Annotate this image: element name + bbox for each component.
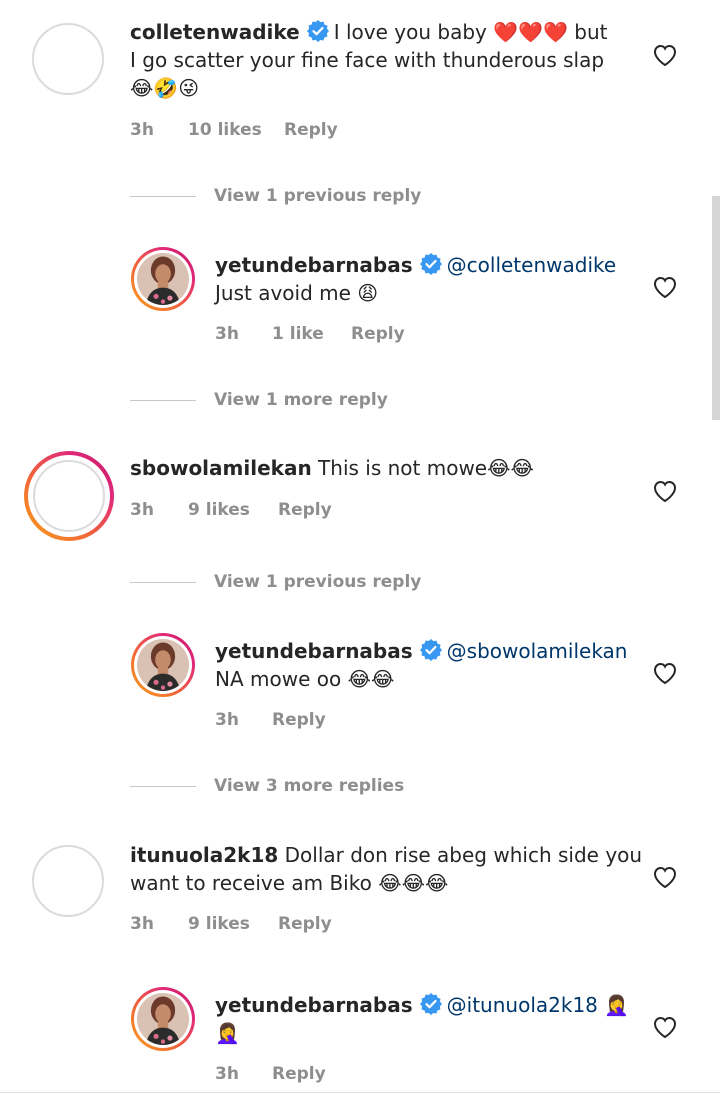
mention-link[interactable]: @sbowolamilekan bbox=[447, 639, 628, 663]
heart-outline-icon[interactable] bbox=[652, 43, 678, 67]
username[interactable]: yetundebarnabas bbox=[215, 993, 413, 1017]
username[interactable]: yetundebarnabas bbox=[215, 639, 413, 663]
reply-button[interactable]: Reply bbox=[278, 500, 332, 520]
heart-outline-icon[interactable] bbox=[652, 275, 678, 299]
avatar[interactable] bbox=[131, 247, 195, 311]
view-replies-label: View 1 previous reply bbox=[214, 186, 422, 206]
reply-button[interactable]: Reply bbox=[272, 710, 326, 730]
mention-link[interactable]: @colletenwadike bbox=[447, 253, 617, 277]
reply-button[interactable]: Reply bbox=[351, 324, 405, 344]
timestamp: 3h bbox=[130, 120, 154, 140]
profile-photo bbox=[137, 253, 189, 305]
comment-body: yetundebarnabas @colletenwadike Just avoi… bbox=[215, 251, 645, 307]
profile-photo bbox=[137, 639, 189, 691]
username[interactable]: yetundebarnabas bbox=[215, 253, 413, 277]
divider bbox=[130, 399, 196, 401]
comment-body: colletenwadike I love you baby ❤️❤️❤️ but… bbox=[130, 18, 650, 102]
username[interactable]: sbowolamilekan bbox=[130, 456, 312, 480]
username[interactable]: itunuola2k18 bbox=[130, 843, 278, 867]
verified-badge-icon bbox=[419, 992, 443, 1016]
timestamp: 3h bbox=[130, 914, 154, 934]
view-replies-label: View 3 more replies bbox=[214, 776, 405, 796]
comment-text: Dollar don rise abeg which side you bbox=[284, 843, 643, 867]
divider bbox=[130, 581, 196, 583]
comment-body: itunuola2k18 Dollar don rise abeg which … bbox=[130, 841, 650, 897]
comment-text: 🤦‍♀️ bbox=[215, 1021, 240, 1045]
timestamp: 3h bbox=[215, 1064, 239, 1084]
avatar[interactable] bbox=[131, 987, 195, 1051]
comment-text: Just avoid me 😩 bbox=[215, 281, 379, 305]
comment-text: 🤦‍♀️ bbox=[604, 993, 630, 1017]
view-replies-label: View 1 previous reply bbox=[214, 572, 422, 592]
likes-count[interactable]: 9 likes bbox=[188, 500, 250, 520]
profile-photo bbox=[33, 460, 105, 532]
likes-count[interactable]: 10 likes bbox=[188, 120, 262, 140]
view-replies-link[interactable]: View 3 more replies bbox=[130, 776, 404, 796]
comment-text: want to receive am Biko 😂😂😂 bbox=[130, 871, 449, 895]
divider bbox=[130, 195, 196, 197]
avatar[interactable] bbox=[24, 451, 114, 541]
heart-outline-icon[interactable] bbox=[652, 865, 678, 889]
divider bbox=[0, 1092, 720, 1093]
comment-text: 😂🤣😜 bbox=[130, 76, 200, 100]
likes-count[interactable]: 9 likes bbox=[188, 914, 250, 934]
verified-badge-icon bbox=[306, 19, 330, 43]
timestamp: 3h bbox=[130, 500, 154, 520]
username[interactable]: colletenwadike bbox=[130, 20, 300, 44]
comment-text: This is not mowe😂😂 bbox=[318, 456, 534, 480]
heart-outline-icon[interactable] bbox=[652, 1015, 678, 1039]
scrollbar[interactable] bbox=[712, 196, 720, 420]
timestamp: 3h bbox=[215, 710, 239, 730]
avatar[interactable] bbox=[32, 23, 104, 95]
divider bbox=[130, 785, 196, 787]
comment-body: yetundebarnabas @itunuola2k18 🤦‍♀️ 🤦‍♀️ bbox=[215, 991, 645, 1047]
reply-button[interactable]: Reply bbox=[278, 914, 332, 934]
heart-outline-icon[interactable] bbox=[652, 661, 678, 685]
comment-body: sbowolamilekan This is not mowe😂😂 bbox=[130, 454, 650, 482]
avatar[interactable] bbox=[32, 845, 104, 917]
avatar[interactable] bbox=[131, 633, 195, 697]
view-replies-link[interactable]: View 1 more reply bbox=[130, 390, 388, 410]
timestamp: 3h bbox=[215, 324, 239, 344]
reply-button[interactable]: Reply bbox=[272, 1064, 326, 1084]
comment-body: yetundebarnabas @sbowolamilekan NA mowe o… bbox=[215, 637, 645, 693]
comment-text: I go scatter your fine face with thunder… bbox=[130, 48, 605, 72]
comment-text: I love you baby ❤️❤️❤️ but bbox=[333, 20, 608, 44]
likes-count[interactable]: 1 like bbox=[272, 324, 324, 344]
reply-button[interactable]: Reply bbox=[284, 120, 338, 140]
comment-text: NA mowe oo 😂😂 bbox=[215, 667, 395, 691]
profile-photo bbox=[137, 993, 189, 1045]
verified-badge-icon bbox=[419, 252, 443, 276]
verified-badge-icon bbox=[419, 638, 443, 662]
view-replies-link[interactable]: View 1 previous reply bbox=[130, 572, 421, 592]
mention-link[interactable]: @itunuola2k18 bbox=[447, 993, 598, 1017]
heart-outline-icon[interactable] bbox=[652, 479, 678, 503]
view-replies-link[interactable]: View 1 previous reply bbox=[130, 186, 421, 206]
view-replies-label: View 1 more reply bbox=[214, 390, 388, 410]
